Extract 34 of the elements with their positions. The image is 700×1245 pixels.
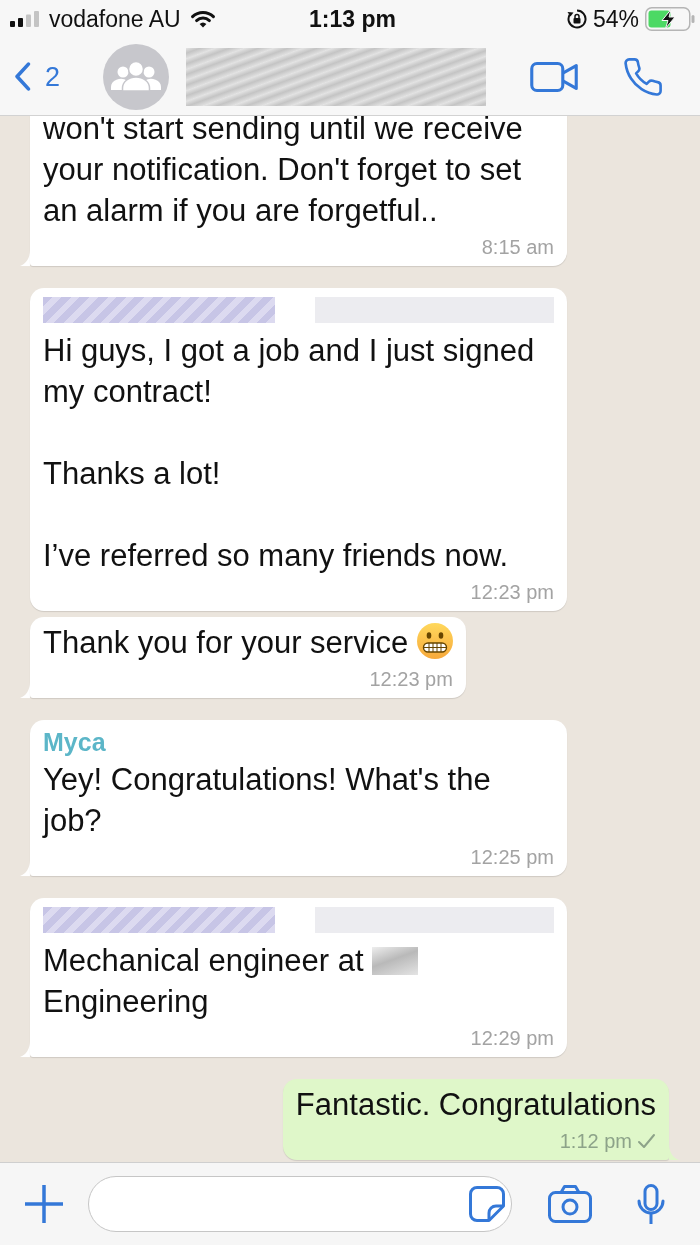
wifi-icon: [190, 10, 215, 28]
back-chevron-icon: [15, 62, 31, 91]
message-text: Thank you for your service: [43, 625, 409, 660]
message-text: Yey! Congratulations! What's the job?: [43, 762, 491, 838]
blurred-text-block: [372, 947, 419, 975]
message-text: I’ve referred so many friends now.: [43, 538, 509, 573]
signal-icon: [10, 11, 39, 27]
battery-charging-icon: [645, 7, 695, 31]
message-text: Fantastic. Congratulations: [295, 1087, 656, 1122]
video-call-icon[interactable]: [530, 61, 578, 92]
phone-call-icon[interactable]: [624, 57, 662, 96]
status-time: 1:13 pm: [309, 5, 396, 33]
camera-icon[interactable]: [548, 1185, 592, 1223]
plus-icon[interactable]: [25, 1185, 63, 1223]
message-time: 12:23 pm: [470, 580, 554, 604]
message-time: 12:23 pm: [369, 667, 453, 691]
message-time: 1:12 pm: [559, 1129, 632, 1153]
rotation-lock-icon: [566, 9, 587, 29]
sender-name: Myca: [43, 727, 107, 758]
back-button[interactable]: 2: [15, 60, 61, 93]
message-text: Engineering: [43, 984, 209, 1019]
message-input[interactable]: [88, 1176, 512, 1232]
grimacing-face-icon: [416, 623, 453, 659]
battery-percent: 54%: [592, 5, 639, 33]
message-text: Thanks a lot!: [43, 456, 221, 491]
carrier-name: vodafone AU: [49, 5, 181, 33]
message-time: 12:25 pm: [470, 845, 554, 869]
message-text: won't start sending until we receive your notification. Don't forget to set an alarm if you are forgetful..: [43, 116, 523, 228]
message-time: 8:15 am: [481, 235, 554, 259]
message-text: Mechanical engineer at: [43, 943, 364, 978]
microphone-icon[interactable]: [636, 1184, 666, 1224]
message-text: Hi guys, I got a job and I just signed my contract!: [43, 333, 535, 409]
sticker-icon[interactable]: [469, 1186, 505, 1222]
message-time: 12:29 pm: [470, 1026, 554, 1050]
